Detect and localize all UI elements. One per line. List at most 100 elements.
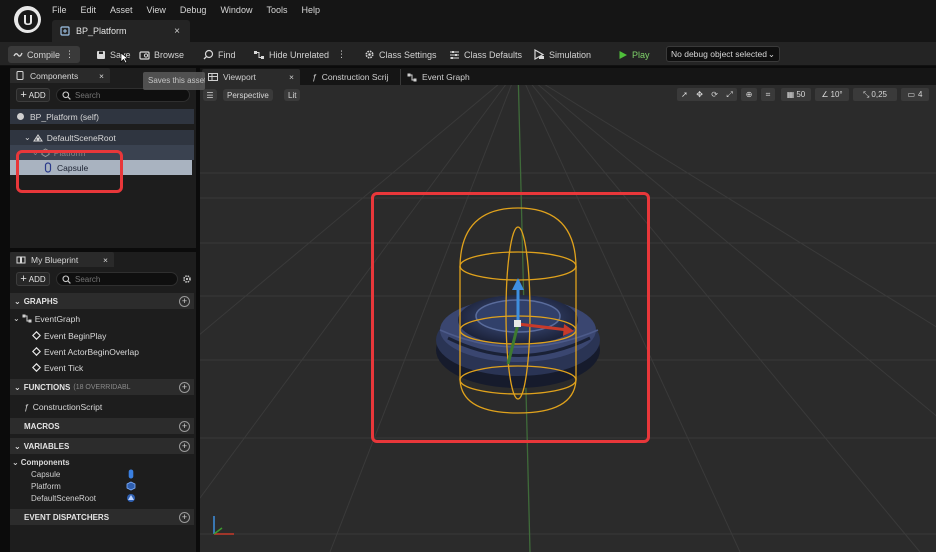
event-graph-icon xyxy=(407,73,417,81)
browse-label: Browse xyxy=(154,49,185,60)
select-tool-icon[interactable]: ➚ xyxy=(681,90,688,99)
viewport-options-button[interactable]: ☰ xyxy=(203,89,217,101)
play-button[interactable]: Play xyxy=(618,46,650,63)
macros-category[interactable]: MACROS + xyxy=(10,418,194,434)
event-graph-icon xyxy=(22,314,32,323)
level-viewport[interactable] xyxy=(200,68,936,552)
event-row-tick[interactable]: Event Tick xyxy=(10,360,194,375)
menu-help[interactable]: Help xyxy=(301,5,320,15)
rotation-snap-value: 10° xyxy=(830,90,843,99)
tab-event-graph[interactable]: Event Graph xyxy=(400,69,492,85)
class-defaults-button[interactable]: Class Defaults xyxy=(449,46,522,63)
functions-category[interactable]: ⌄ FUNCTIONS (18 OVERRIDABL + xyxy=(10,379,194,395)
rotate-tool-icon[interactable]: ⟳ xyxy=(711,90,718,99)
camera-speed-button[interactable]: ▭ 4 xyxy=(901,88,929,101)
menu-asset[interactable]: Asset xyxy=(110,5,133,15)
tab-label: Viewport xyxy=(223,72,256,82)
add-macro-icon[interactable]: + xyxy=(179,420,190,432)
close-tab-icon[interactable]: × xyxy=(174,26,180,37)
actor-self-icon xyxy=(17,113,24,120)
add-variable-icon[interactable]: + xyxy=(179,440,190,452)
class-settings-button[interactable]: Class Settings xyxy=(364,46,437,63)
hide-unrelated-button[interactable]: Hide Unrelated ⋮ xyxy=(253,46,346,63)
hide-unrelated-icon xyxy=(254,50,264,59)
grid-snap-button[interactable]: ▦ 50 xyxy=(781,88,811,101)
simulation-button[interactable]: Simulation xyxy=(533,46,591,63)
settings-gear-icon[interactable] xyxy=(182,274,192,284)
debug-object-select[interactable]: No debug object selected ⌄ xyxy=(666,46,780,62)
menu-view[interactable]: View xyxy=(147,5,166,15)
move-tool-icon[interactable]: ✥ xyxy=(696,90,703,99)
browse-button[interactable]: Browse xyxy=(139,46,184,63)
document-tab-bp-platform[interactable]: BP_Platform × xyxy=(52,20,190,42)
construction-script-row[interactable]: ƒ ConstructionScript xyxy=(10,399,194,414)
graphs-category[interactable]: ⌄ GRAPHS + xyxy=(10,293,194,309)
debug-object-select-value: No debug object selected xyxy=(671,49,767,59)
add-component-button[interactable]: + ADD xyxy=(16,88,50,102)
add-graph-icon[interactable]: + xyxy=(179,295,190,307)
blueprint-book-icon xyxy=(16,256,26,263)
world-local-toggle-icon[interactable]: ⊕ xyxy=(741,88,757,101)
scale-tool-icon[interactable]: ⤢ xyxy=(726,90,732,100)
expand-arrow-icon[interactable]: ⌄ xyxy=(24,133,31,142)
component-tree-label: Capsule xyxy=(57,162,89,173)
component-self-row[interactable]: BP_Platform (self) xyxy=(10,109,194,124)
scale-snap-button[interactable]: ⤡ 0,25 xyxy=(853,88,897,101)
components-panel-tab[interactable]: Components × xyxy=(10,68,110,83)
menu-file[interactable]: File xyxy=(52,5,67,15)
unreal-logo-icon[interactable] xyxy=(14,6,41,33)
angle-icon: ∠ xyxy=(821,90,829,99)
viewport-scene xyxy=(200,68,936,552)
hamburger-icon: ☰ xyxy=(206,90,214,100)
component-tree-row-platform[interactable]: ⌄ Platform xyxy=(10,145,194,160)
variable-row-defaultsceneroot[interactable]: DefaultSceneRoot xyxy=(10,492,194,504)
function-icon: ƒ xyxy=(24,401,29,412)
menu-tools[interactable]: Tools xyxy=(266,5,287,15)
tab-construction-script[interactable]: ƒ Construction Scrij xyxy=(306,69,396,85)
variable-row-capsule[interactable]: Capsule xyxy=(10,468,194,480)
simulation-label: Simulation xyxy=(549,49,592,60)
expand-arrow-icon[interactable]: ⌄ xyxy=(13,314,20,323)
variable-label: DefaultSceneRoot xyxy=(31,493,96,503)
add-function-icon[interactable]: + xyxy=(179,381,190,393)
simulation-icon xyxy=(534,49,545,60)
variable-row-platform[interactable]: Platform xyxy=(10,480,194,492)
blueprint-search-input[interactable] xyxy=(75,274,175,284)
surface-snap-icon[interactable]: ⌗ xyxy=(761,88,775,101)
hide-unrelated-options-icon[interactable]: ⋮ xyxy=(337,49,346,60)
main-toolbar: Compile ⋮ Save Browse Find Hide Unrelate… xyxy=(0,42,936,66)
component-tree-row-defaultsceneroot[interactable]: ⌄ DefaultSceneRoot xyxy=(10,130,194,145)
menu-debug[interactable]: Debug xyxy=(180,5,207,15)
view-mode-button[interactable]: Lit xyxy=(284,89,301,101)
find-button[interactable]: Find xyxy=(203,46,236,63)
add-blueprint-item-button[interactable]: + ADD xyxy=(16,272,50,286)
event-dispatchers-category[interactable]: EVENT DISPATCHERS + xyxy=(10,509,194,525)
variables-components-group[interactable]: ⌄ Components xyxy=(10,456,194,468)
close-panel-icon[interactable]: × xyxy=(103,255,108,265)
expand-arrow-icon[interactable]: ⌄ xyxy=(32,148,39,157)
expand-arrow-icon[interactable]: ⌄ xyxy=(12,458,19,467)
event-row-beginplay[interactable]: Event BeginPlay xyxy=(10,328,194,343)
my-blueprint-panel-tab[interactable]: My Blueprint × xyxy=(10,252,114,267)
menu-edit[interactable]: Edit xyxy=(81,5,97,15)
components-search-input[interactable] xyxy=(75,90,175,100)
tab-viewport[interactable]: Viewport × xyxy=(202,69,300,85)
scene-component-type-icon xyxy=(127,494,135,502)
close-tab-icon[interactable]: × xyxy=(289,72,294,82)
compile-button[interactable]: Compile ⋮ xyxy=(8,46,80,63)
components-search[interactable] xyxy=(56,88,190,102)
document-tab-label: BP_Platform xyxy=(76,26,127,36)
find-label: Find xyxy=(218,49,236,60)
perspective-button[interactable]: Perspective xyxy=(223,89,273,101)
camera-icon: ▭ xyxy=(907,90,916,99)
compile-options-icon[interactable]: ⋮ xyxy=(65,49,74,60)
close-panel-icon[interactable]: × xyxy=(99,71,104,81)
event-graph-row[interactable]: ⌄ EventGraph xyxy=(10,311,194,326)
rotation-snap-button[interactable]: ∠ 10° xyxy=(815,88,849,101)
event-row-actorbeginoverlap[interactable]: Event ActorBeginOverlap xyxy=(10,344,194,359)
variables-category[interactable]: ⌄ VARIABLES + xyxy=(10,438,194,454)
blueprint-search[interactable] xyxy=(56,272,178,286)
menu-window[interactable]: Window xyxy=(220,5,252,15)
add-event-dispatcher-icon[interactable]: + xyxy=(179,511,190,523)
component-tree-row-capsule[interactable]: Capsule xyxy=(10,160,192,175)
